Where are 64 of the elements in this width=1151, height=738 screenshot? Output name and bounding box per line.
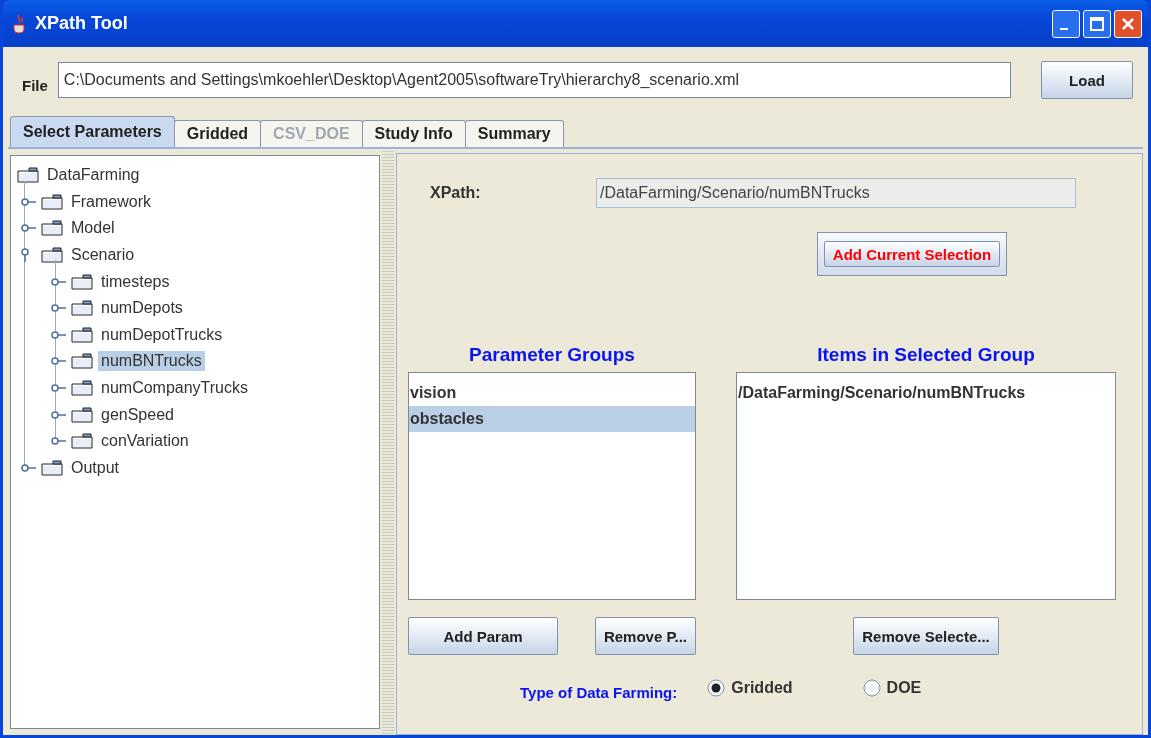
tree-item[interactable]: Scenario — [68, 245, 138, 266]
tree-item[interactable]: timesteps — [98, 271, 173, 292]
maximize-icon — [1090, 16, 1104, 31]
tab[interactable]: Summary — [464, 120, 564, 147]
xpath-label: XPath: — [430, 184, 482, 202]
folder-icon — [71, 353, 93, 370]
folder-icon — [71, 406, 93, 423]
tree-item[interactable]: numDepots — [98, 298, 186, 319]
tree-item[interactable]: DataFarming — [44, 165, 143, 186]
splitter-handle[interactable] — [382, 149, 394, 735]
list-item[interactable]: /DataFarming/Scenario/numBNTrucks — [737, 380, 1115, 406]
tree-item[interactable]: Output — [68, 457, 123, 478]
folder-icon — [41, 459, 63, 476]
collapsed-handle-icon[interactable] — [21, 223, 37, 234]
minimize-icon — [1060, 27, 1068, 30]
tab[interactable]: Gridded — [173, 120, 262, 147]
radio-option[interactable]: DOE — [862, 679, 922, 697]
folder-icon — [71, 273, 93, 290]
radio-checked-icon[interactable] — [707, 679, 726, 697]
maximize-button[interactable] — [1083, 9, 1111, 38]
parameter-groups-heading: Parameter Groups — [468, 344, 636, 367]
remove-selected-button[interactable]: Remove Selecte... — [853, 617, 999, 655]
collapsed-handle-icon[interactable] — [21, 196, 37, 207]
collapsed-handle-icon[interactable] — [51, 356, 67, 367]
xpath-field: /DataFarming/Scenario/numBNTrucks — [596, 178, 1076, 208]
close-button[interactable] — [1114, 9, 1142, 38]
tree-item[interactable]: numBNTrucks — [98, 351, 205, 372]
collapsed-handle-icon[interactable] — [51, 409, 67, 420]
folder-icon — [41, 193, 63, 210]
tree-item[interactable]: numCompanyTrucks — [98, 378, 251, 399]
tree-item[interactable]: Model — [68, 218, 118, 239]
folder-icon — [41, 220, 63, 237]
data-farming-type-label: Type of Data Farming: — [520, 684, 678, 701]
folder-icon — [17, 167, 39, 184]
collapsed-handle-icon[interactable] — [21, 462, 37, 473]
add-param-button[interactable]: Add Param — [408, 617, 558, 655]
tree-item[interactable]: numDepotTrucks — [98, 324, 226, 345]
list-item[interactable]: vision — [409, 380, 695, 406]
collapsed-handle-icon[interactable] — [51, 436, 67, 447]
minimize-button[interactable] — [1052, 9, 1080, 38]
close-icon — [1121, 16, 1135, 31]
tree-item[interactable]: genSpeed — [98, 404, 177, 425]
selected-group-heading: Items in Selected Group — [816, 344, 1036, 367]
collapsed-handle-icon[interactable] — [51, 303, 67, 314]
tab[interactable]: Select Parameters — [10, 116, 175, 147]
list-item[interactable]: obstacles — [409, 406, 695, 432]
window-title: XPath Tool — [35, 13, 129, 34]
collapsed-handle-icon[interactable] — [51, 383, 67, 394]
file-path-field[interactable]: C:\Documents and Settings\mkoehler\Desktop\Agent2005\softwareTry\hierarchy8_scenario.xml — [57, 62, 1011, 98]
load-button[interactable]: Load — [1041, 61, 1133, 99]
radio-unchecked-icon[interactable] — [862, 679, 881, 697]
tree-item[interactable]: Framework — [68, 191, 154, 212]
file-label: File — [22, 76, 48, 94]
folder-icon — [71, 433, 93, 450]
radio-option[interactable]: Gridded — [707, 679, 793, 697]
folder-icon — [71, 380, 93, 397]
collapsed-handle-icon[interactable] — [51, 329, 67, 340]
folder-icon — [71, 300, 93, 317]
remove-param-button[interactable]: Remove P... — [594, 617, 696, 655]
collapsed-handle-icon[interactable] — [51, 276, 67, 287]
folder-icon — [41, 247, 63, 264]
tab[interactable]: Study Info — [361, 120, 466, 147]
tree-item[interactable]: conVariation — [98, 431, 192, 452]
folder-icon — [71, 326, 93, 343]
